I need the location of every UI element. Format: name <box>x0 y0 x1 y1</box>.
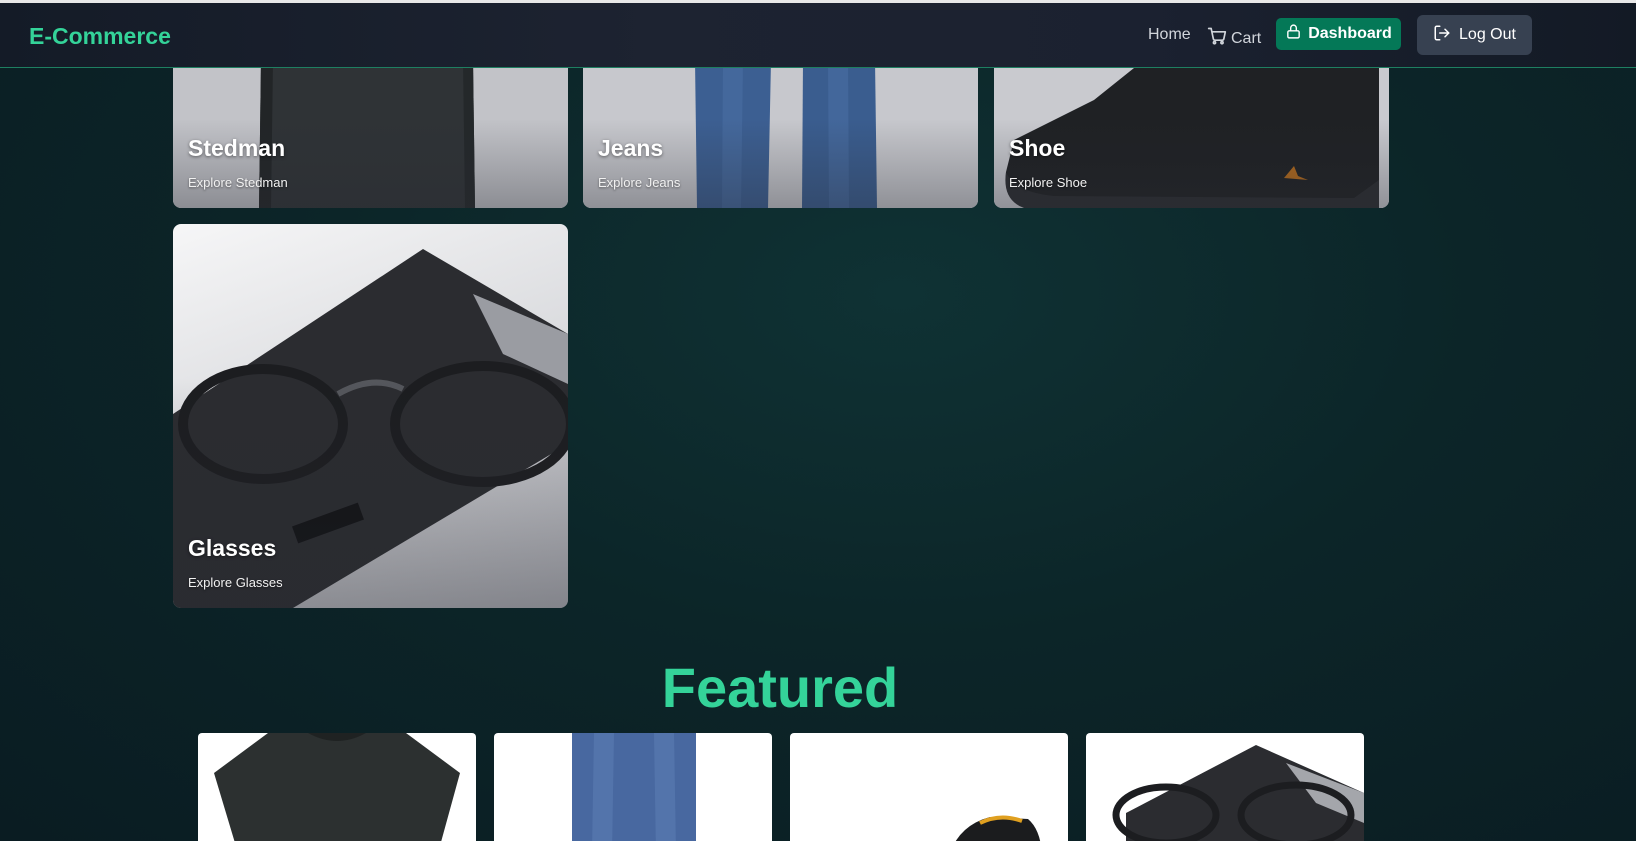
shoe-image <box>955 815 1041 841</box>
category-card-shoe[interactable]: Shoe Explore Shoe <box>994 60 1389 208</box>
jeans-image <box>572 733 696 841</box>
category-title: Shoe <box>1009 135 1066 161</box>
card-overlay <box>583 119 978 208</box>
nav-home-label: Home <box>1148 26 1191 43</box>
featured-heading: Featured <box>661 656 899 719</box>
featured-product-card-jeans[interactable] <box>494 733 772 841</box>
category-card-stedman[interactable]: Stedman Explore Stedman <box>173 60 568 208</box>
category-subtitle: Explore Glasses <box>188 575 283 590</box>
card-overlay <box>173 119 568 208</box>
category-subtitle: Explore Jeans <box>598 175 681 190</box>
card-overlay <box>994 119 1389 208</box>
logout-button[interactable]: Log Out <box>1417 15 1532 55</box>
category-title: Jeans <box>598 135 664 161</box>
category-card-jeans[interactable]: Jeans Explore Jeans <box>583 60 978 208</box>
logout-icon <box>1433 24 1451 47</box>
category-title: Stedman <box>188 135 286 161</box>
cart-icon <box>1207 26 1227 51</box>
card-overlay <box>173 377 568 608</box>
dashboard-button[interactable]: Dashboard <box>1276 18 1401 50</box>
nav-cart-label: Cart <box>1231 29 1262 47</box>
top-navbar: E-Commerce Home Cart Dashboard Log Out <box>0 3 1636 68</box>
category-card-glasses[interactable]: Glasses Explore Glasses <box>173 224 568 608</box>
nav-home-link[interactable]: Home <box>1148 26 1191 44</box>
nav-cart-link[interactable]: Cart <box>1207 26 1261 51</box>
category-title: Glasses <box>188 535 277 561</box>
tshirt-image <box>214 733 460 841</box>
category-subtitle: Explore Shoe <box>1009 175 1088 190</box>
brand-logo[interactable]: E-Commerce <box>29 23 171 50</box>
logout-button-label: Log Out <box>1459 26 1516 43</box>
featured-product-card-tshirt[interactable] <box>198 733 476 841</box>
category-subtitle: Explore Stedman <box>188 175 288 190</box>
featured-product-card-shoe[interactable] <box>790 733 1068 841</box>
dashboard-button-label: Dashboard <box>1308 25 1392 42</box>
glasses-image <box>1112 745 1364 841</box>
featured-product-card-glasses[interactable] <box>1086 733 1364 841</box>
lock-icon <box>1285 23 1302 45</box>
